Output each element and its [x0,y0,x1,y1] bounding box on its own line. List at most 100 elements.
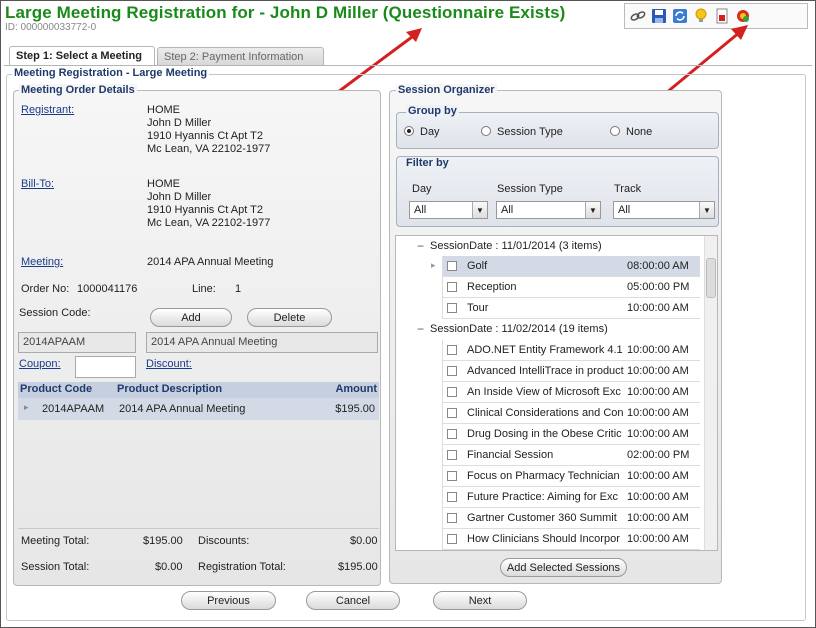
address-line: John D Miller [147,191,212,203]
session-time: 02:00:00 PM [627,449,690,461]
next-button[interactable]: Next [433,591,527,610]
list-item[interactable]: Tour 10:00:00 AM [442,298,700,319]
collapse-icon[interactable]: − [417,322,424,336]
column-product-code[interactable]: Product Code [20,383,92,395]
delete-button[interactable]: Delete [247,308,332,327]
coupon-link[interactable]: Coupon: [19,358,61,370]
address-line: John D Miller [147,117,212,129]
list-item[interactable]: Future Practice: Aiming for Exc 10:00:00 … [442,487,700,508]
product-description-cell: 2014 APA Annual Meeting [119,403,246,415]
checkbox[interactable] [447,282,457,292]
meeting-total-value: $195.00 [143,535,183,547]
checkbox[interactable] [447,345,457,355]
meeting-total-label: Meeting Total: [21,535,90,547]
checkbox[interactable] [447,408,457,418]
radio-none-label[interactable]: None [626,126,652,138]
collapse-icon[interactable]: − [417,239,424,253]
registrant-address: HOME John D Miller 1910 Hyannis Ct Apt T… [147,104,270,156]
day-filter-value: All [414,204,427,216]
registrant-link[interactable]: Registrant: [21,104,74,116]
order-no-value: 1000041176 [77,283,138,295]
list-item[interactable]: ▸ Golf 08:00:00 AM [431,256,700,277]
checkbox[interactable] [447,303,457,313]
registration-total-label: Registration Total: [198,561,286,573]
session-type-filter-label: Session Type [497,183,563,195]
session-name: Future Practice: Aiming for Exc [467,491,618,503]
vertical-scrollbar[interactable] [704,236,717,550]
previous-button[interactable]: Previous [181,591,276,610]
checkbox[interactable] [447,471,457,481]
radio-session-type[interactable] [481,126,491,136]
session-time: 10:00:00 AM [627,407,689,419]
row-expand-icon[interactable]: ▸ [24,402,29,413]
checkbox[interactable] [447,492,457,502]
column-product-description[interactable]: Product Description [117,383,222,395]
order-no-label: Order No: [21,283,70,295]
checkbox[interactable] [447,450,457,460]
session-name: Tour [467,302,489,314]
list-item[interactable]: Financial Session 02:00:00 PM [442,445,700,466]
day-filter-select[interactable]: All ▼ [409,201,488,219]
scrollbar-thumb[interactable] [706,258,716,298]
session-name: Advanced IntelliTrace in product [467,365,624,377]
row-pointer-icon: ▸ [431,260,436,270]
session-list: − SessionDate : 11/01/2014 (3 items) ▸ G… [395,235,718,551]
discount-link[interactable]: Discount: [146,358,192,370]
session-name: ADO.NET Entity Framework 4.1 [467,344,623,356]
checkbox[interactable] [447,513,457,523]
radio-none[interactable] [610,126,620,136]
session-type-filter-select[interactable]: All ▼ [496,201,601,219]
checkbox[interactable] [447,387,457,397]
coupon-input[interactable] [75,356,136,378]
table-row[interactable]: ▸ 2014APAAM 2014 APA Annual Meeting $195… [18,398,379,420]
list-item[interactable]: Clinical Considerations and Con 10:00:00 … [442,403,700,424]
list-item[interactable]: Gartner Customer 360 Summit 10:00:00 AM [442,508,700,529]
session-time: 10:00:00 AM [627,365,689,377]
tab-select-meeting[interactable]: Step 1: Select a Meeting [9,46,155,66]
add-button[interactable]: Add [150,308,232,327]
address-line: 1910 Hyannis Ct Apt T2 [147,204,263,216]
chevron-down-icon[interactable]: ▼ [585,202,600,218]
meeting-value: 2014 APA Annual Meeting [147,256,274,268]
list-item[interactable]: Advanced IntelliTrace in product 10:00:00… [442,361,700,382]
session-organizer-title: Session Organizer [396,84,497,96]
add-selected-sessions-button[interactable]: Add Selected Sessions [500,558,627,577]
divider [18,528,379,529]
list-item[interactable]: Focus on Pharmacy Technician 10:00:00 AM [442,466,700,487]
bill-to-link[interactable]: Bill-To: [21,178,54,190]
chevron-down-icon[interactable]: ▼ [472,202,487,218]
session-type-filter-value: All [501,204,514,216]
bill-to-address: HOME John D Miller 1910 Hyannis Ct Apt T… [147,178,270,230]
list-item[interactable]: How Clinicians Should Incorpor 10:00:00 A… [442,529,700,550]
track-filter-select[interactable]: All ▼ [613,201,715,219]
session-time: 10:00:00 AM [627,302,689,314]
chevron-down-icon[interactable]: ▼ [699,202,714,218]
amount-cell: $195.00 [335,403,375,415]
list-item[interactable]: Reception 05:00:00 PM [442,277,700,298]
checkbox[interactable] [447,261,457,271]
tab-payment-information[interactable]: Step 2: Payment Information [157,47,324,65]
session-description-field[interactable]: 2014 APA Annual Meeting [146,332,378,353]
tab-divider [4,65,812,66]
radio-session-type-label[interactable]: Session Type [497,126,563,138]
list-item[interactable]: An Inside View of Microsoft Exc 10:00:00 … [442,382,700,403]
address-line: HOME [147,178,180,190]
checkbox[interactable] [447,366,457,376]
radio-day[interactable] [404,126,414,136]
meeting-link[interactable]: Meeting: [21,256,63,268]
product-grid-header: Product Code Product Description Amount [18,382,379,398]
checkbox[interactable] [447,534,457,544]
filter-by-title: Filter by [406,157,449,169]
list-item[interactable]: ADO.NET Entity Framework 4.1 10:00:00 AM [442,340,700,361]
session-total-label: Session Total: [21,561,90,573]
radio-day-label[interactable]: Day [420,126,440,138]
list-item[interactable]: Drug Dosing in the Obese Critic 10:00:00 … [442,424,700,445]
page-title: Large Meeting Registration for - John D … [5,3,566,22]
cancel-button[interactable]: Cancel [306,591,400,610]
session-time: 10:00:00 AM [627,491,689,503]
column-amount[interactable]: Amount [335,383,377,395]
link-icon[interactable] [629,7,647,25]
session-code-field[interactable]: 2014APAAM [18,332,136,353]
order-details-title: Meeting Order Details [19,84,137,96]
checkbox[interactable] [447,429,457,439]
